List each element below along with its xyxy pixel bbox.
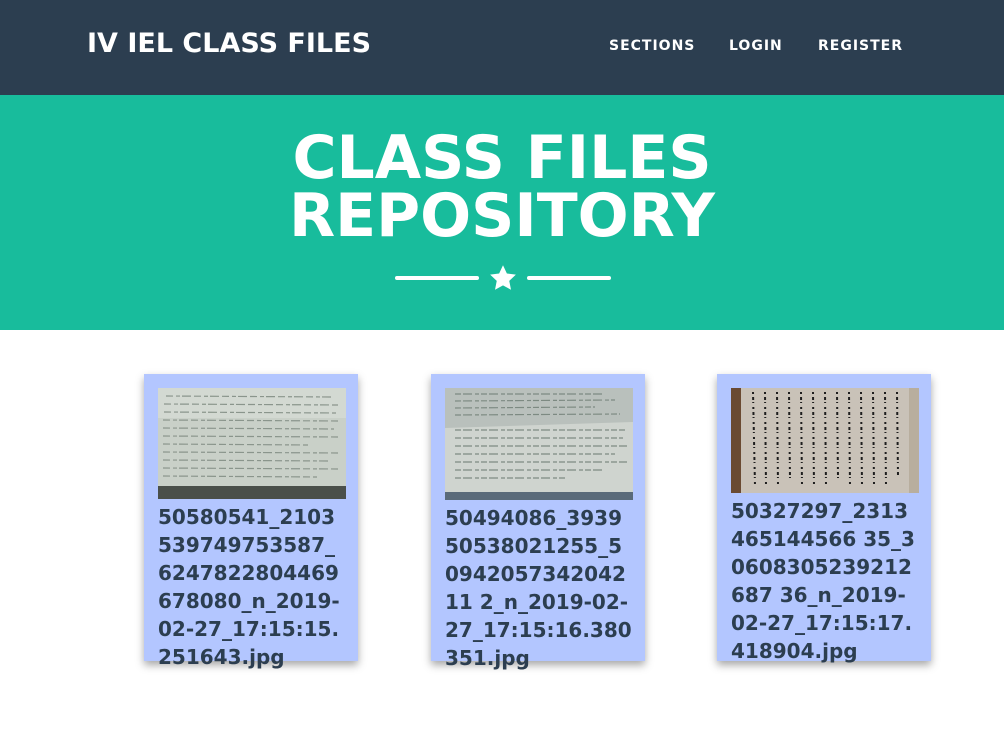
top-navbar: IV IEL CLASS FILES SECTIONS LOGIN REGIST… [0, 0, 1004, 95]
file-thumbnail[interactable] [445, 388, 633, 500]
notebook-page-image [158, 388, 346, 499]
file-gallery: 50580541_2103539749753587_62478228044696… [0, 330, 1004, 742]
title-divider [395, 263, 611, 293]
file-card: 50494086_393950538021255_509420573420421… [431, 374, 645, 670]
notebook-page-image [445, 388, 633, 500]
file-name-link[interactable]: 50494086_393950538021255_509420573420421… [445, 504, 633, 672]
file-thumbnail[interactable] [731, 388, 919, 493]
divider-line-left [395, 276, 479, 280]
page-title-line-2: REPOSITORY [288, 181, 715, 251]
nav-register-link[interactable]: REGISTER [818, 38, 903, 54]
divider-line-right [527, 276, 611, 280]
star-icon [490, 265, 516, 290]
file-thumbnail[interactable] [158, 388, 346, 499]
file-name-link[interactable]: 50580541_2103539749753587_62478228044696… [158, 503, 346, 671]
file-card: 50580541_2103539749753587_62478228044696… [144, 374, 358, 669]
nav-login-link[interactable]: LOGIN [729, 38, 783, 54]
nav-links: SECTIONS LOGIN REGISTER [0, 38, 1004, 58]
file-card: 50327297_2313465144566 35_30608305239212… [717, 374, 931, 663]
page-title: CLASS FILES REPOSITORY [0, 128, 1004, 246]
nav-sections-link[interactable]: SECTIONS [609, 38, 695, 54]
printed-sheet-image [731, 388, 919, 493]
file-name-link[interactable]: 50327297_2313465144566 35_30608305239212… [731, 497, 919, 665]
masthead: CLASS FILES REPOSITORY [0, 95, 1004, 330]
